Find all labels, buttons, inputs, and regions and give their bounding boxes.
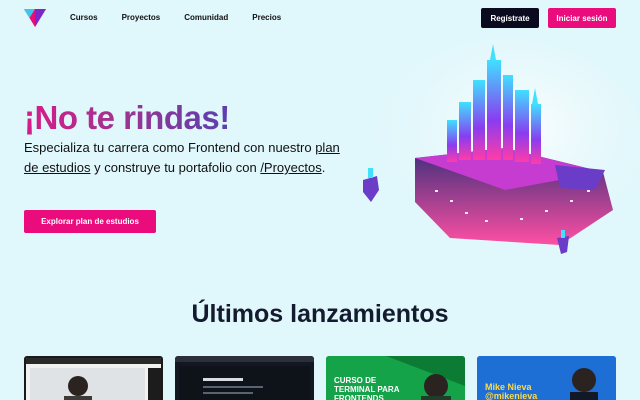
hero-description: Especializa tu carrera como Frontend con…	[24, 138, 344, 178]
release-card[interactable]: CURSO DE TERMINAL PARA FRONTENDS	[326, 356, 465, 400]
register-button[interactable]: Regístrate	[481, 8, 539, 28]
release-card-title: CURSO DE TERMINAL PARA FRONTENDS	[334, 376, 400, 400]
hero-text-part1: Especializa tu carrera como Frontend con…	[24, 140, 316, 155]
hero-text-part2: y construye tu portafolio con	[90, 160, 261, 175]
nav-link-cursos[interactable]: Cursos	[70, 13, 98, 22]
floating-city-illustration	[363, 40, 640, 260]
hero-title: ¡No te rindas!	[24, 99, 230, 136]
logo-icon[interactable]	[24, 9, 46, 27]
login-button[interactable]: Iniciar sesión	[548, 8, 616, 28]
hero-text-part3: .	[321, 160, 326, 175]
release-card[interactable]	[175, 356, 314, 400]
video-thumbnail-icon	[26, 358, 161, 400]
projects-link[interactable]: /Proyectos	[260, 160, 321, 175]
latest-releases-title: Últimos lanzamientos	[191, 300, 449, 328]
nav-link-comunidad[interactable]: Comunidad	[184, 13, 228, 22]
code-editor-thumbnail-icon	[175, 356, 314, 400]
top-nav: Cursos Proyectos Comunidad Precios Regís…	[0, 0, 640, 36]
explore-plan-button[interactable]: Explorar plan de estudios	[24, 210, 156, 233]
release-card[interactable]: Mike Nieva @mikenieva	[477, 356, 616, 400]
release-card-title: Mike Nieva @mikenieva	[485, 382, 538, 400]
nav-link-proyectos[interactable]: Proyectos	[122, 13, 161, 22]
release-card[interactable]	[24, 356, 163, 400]
nav-link-precios[interactable]: Precios	[252, 13, 281, 22]
nav-links: Cursos Proyectos Comunidad Precios	[70, 13, 305, 22]
